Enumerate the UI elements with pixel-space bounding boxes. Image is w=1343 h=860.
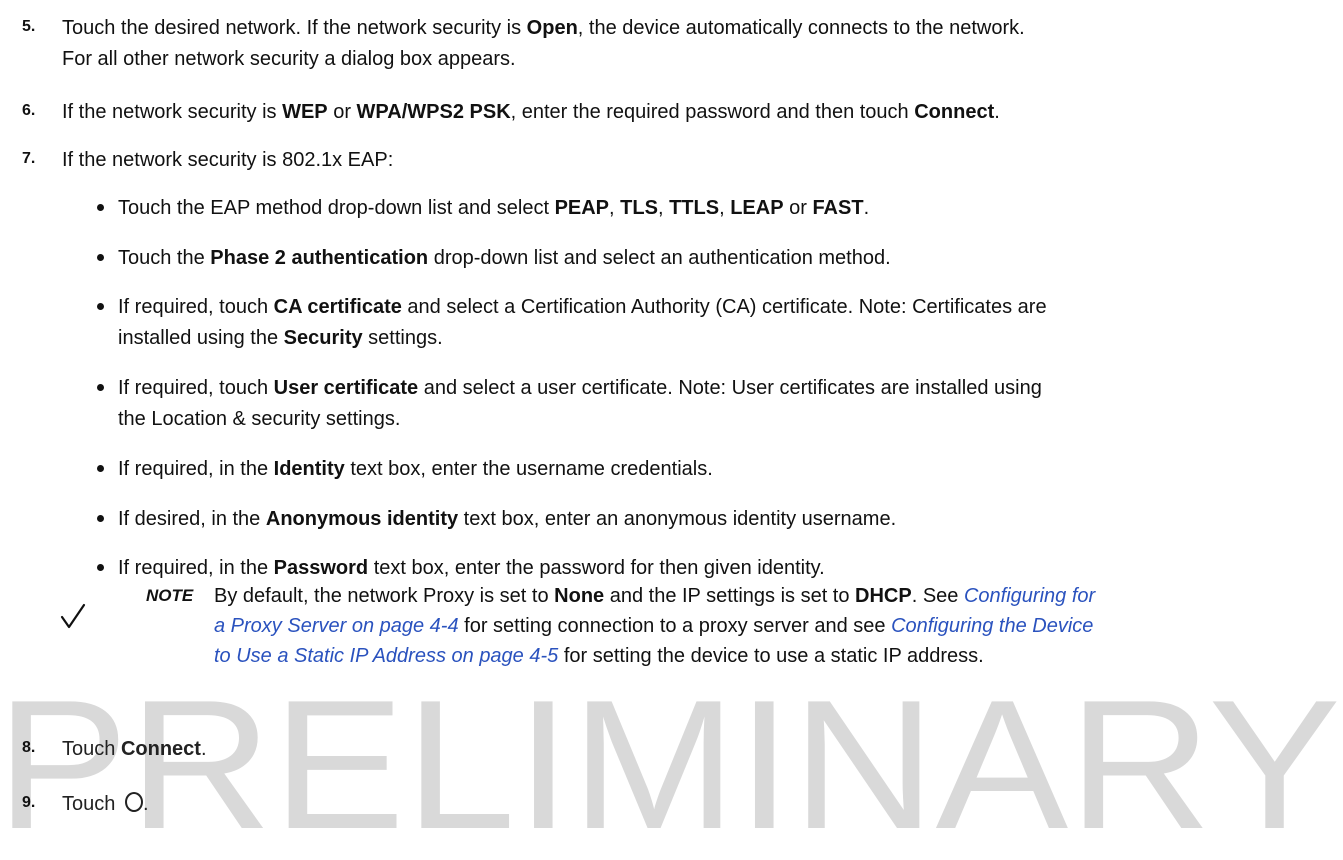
- bold-term: Anonymous identity: [265, 508, 459, 530]
- text-run: . See: [911, 585, 964, 607]
- step-text-line: For all other network security a dialog …: [62, 48, 516, 70]
- bold-term: WEP: [282, 101, 328, 123]
- bold-term: Open: [526, 17, 578, 39]
- bullet-text-line: If required, touch CA certificate and se…: [118, 293, 1340, 321]
- text-run: settings.: [362, 327, 443, 349]
- bold-term: PEAP: [554, 197, 610, 219]
- configuring-static-ip-link[interactable]: Configuring the Device: [891, 615, 1093, 637]
- note-text-line: a Proxy Server on page 4-4 for setting c…: [214, 611, 1342, 641]
- bullet-text-line: If required, touch User certificate and …: [118, 374, 1340, 402]
- text-run: If desired, in the: [118, 508, 266, 530]
- bullet-text-line: If desired, in the Anonymous identity te…: [118, 505, 1340, 533]
- bullet-icon: [97, 515, 104, 522]
- text-run: If required, in the: [118, 557, 274, 579]
- configuring-proxy-link[interactable]: Configuring for: [964, 585, 1095, 607]
- text-run: If required, touch: [118, 296, 274, 318]
- bullet-icon: [97, 384, 104, 391]
- step-text-line: Touch .: [62, 790, 1340, 818]
- note-text-line: to Use a Static IP Address on page 4-5 f…: [214, 641, 1342, 671]
- step-text-line: If the network security is 802.1x EAP:: [62, 149, 394, 171]
- note-block: NOTE By default, the network Proxy is se…: [0, 581, 1343, 681]
- text-run: drop-down list and select an authenticat…: [428, 247, 891, 269]
- bullet-text-line: the Location & security settings.: [118, 408, 401, 430]
- bold-term: Security: [283, 327, 363, 349]
- text-run: .: [994, 101, 1000, 123]
- text-run: If required, in the: [118, 458, 274, 480]
- text-run: , the device automatically connects to t…: [577, 17, 1025, 39]
- configuring-static-ip-link[interactable]: to Use a Static IP Address on page 4-5: [214, 645, 558, 667]
- configuring-proxy-link[interactable]: a Proxy Server on page 4-4: [214, 615, 459, 637]
- bullet-text-line: Touch the EAP method drop-down list and …: [118, 194, 1340, 222]
- text-run: text box, enter the password for then gi…: [368, 557, 825, 579]
- text-run: ,: [657, 197, 670, 219]
- bold-term: Identity: [273, 458, 345, 480]
- text-run: .: [863, 197, 870, 219]
- text-run: Touch: [62, 738, 121, 760]
- bold-term: Connect: [914, 101, 995, 123]
- step-text-line: If the network security is WEP or WPA/WP…: [62, 98, 1340, 126]
- text-run: ,: [609, 197, 621, 219]
- step-number: 5.: [22, 18, 36, 35]
- bold-term: LEAP: [730, 197, 784, 219]
- text-run: installed using the: [118, 327, 284, 349]
- bold-term: FAST: [812, 197, 864, 219]
- bold-term: TTLS: [669, 197, 720, 219]
- note-text-line: By default, the network Proxy is set to …: [214, 581, 1342, 611]
- bold-term: TLS: [620, 197, 658, 219]
- text-run: or: [783, 197, 813, 219]
- text-run: or: [327, 101, 357, 123]
- circle-home-icon: [124, 792, 143, 812]
- text-run: and select a user certificate. Note: Use…: [418, 377, 1042, 399]
- bold-term: User certificate: [273, 377, 419, 399]
- text-run: If required, touch: [118, 377, 274, 399]
- step-text-line: Touch the desired network. If the networ…: [62, 14, 1340, 42]
- text-run: Touch the EAP method drop-down list and …: [118, 197, 555, 219]
- bold-term: Phase 2 authentication: [210, 247, 429, 269]
- text-run: for setting connection to a proxy server…: [458, 615, 892, 637]
- text-run: Touch the desired network. If the networ…: [62, 17, 527, 39]
- text-run: Touch the: [118, 247, 211, 269]
- bold-term: DHCP: [855, 585, 912, 607]
- text-run: .: [200, 738, 207, 760]
- text-run: Touch: [62, 793, 121, 815]
- text-run: If the network security is: [62, 101, 283, 123]
- text-run: , enter the required password and then t…: [510, 101, 915, 123]
- text-run: for setting the device to use a static I…: [558, 645, 984, 667]
- note-label: NOTE: [146, 586, 194, 605]
- text-run: and select a Certification Authority (CA…: [401, 296, 1047, 318]
- bold-term: None: [554, 585, 605, 607]
- bold-term: CA certificate: [273, 296, 402, 318]
- checkmark-icon: [60, 603, 86, 629]
- bold-term: WPA/WPS2 PSK: [356, 101, 511, 123]
- text-run: ,: [719, 197, 731, 219]
- bullet-text-line: Touch the Phase 2 authentication drop-do…: [118, 244, 1340, 272]
- step-number: 7.: [22, 150, 36, 167]
- bullet-icon: [97, 204, 104, 211]
- bullet-icon: [97, 254, 104, 261]
- bullet-text-line: installed using the Security settings.: [118, 324, 1340, 352]
- bold-term: Password: [273, 557, 369, 579]
- step-number: 9.: [22, 794, 36, 811]
- text-run: text box, enter an anonymous identity us…: [458, 508, 897, 530]
- bullet-text-line: If required, in the Identity text box, e…: [118, 455, 1340, 483]
- bullet-icon: [97, 564, 104, 571]
- text-run: text box, enter the username credentials…: [344, 458, 713, 480]
- text-run: By default, the network Proxy is set to: [214, 585, 555, 607]
- bullet-icon: [97, 465, 104, 472]
- text-run: .: [142, 793, 149, 815]
- step-number: 8.: [22, 739, 36, 756]
- step-text-line: Touch Connect.: [62, 735, 1340, 763]
- step-number: 6.: [22, 102, 36, 119]
- text-run: and the IP settings is set to: [604, 585, 856, 607]
- bullet-icon: [97, 303, 104, 310]
- bullet-text-line: If required, in the Password text box, e…: [118, 554, 1340, 582]
- bold-term: Connect: [120, 738, 201, 760]
